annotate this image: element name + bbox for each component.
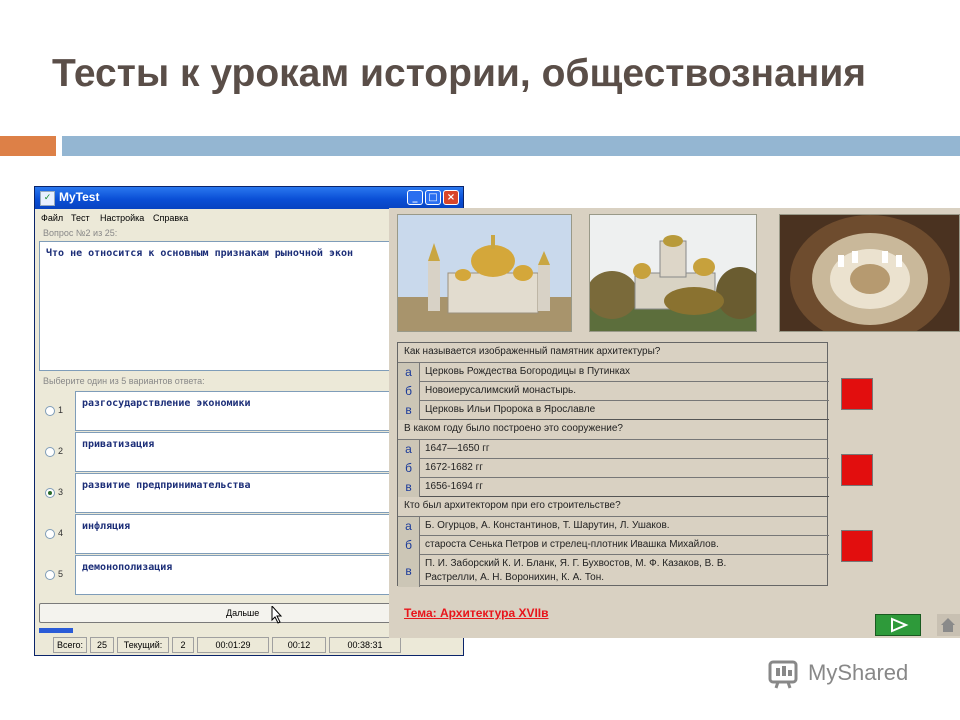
question-text: Как называется изображенный памятник арх…	[404, 346, 661, 357]
cursor-icon	[271, 606, 283, 624]
answer-indicator-3[interactable]	[841, 530, 873, 562]
quiz-option[interactable]: Б. Огурцов, А. Константинов, Т. Шарутин,…	[420, 517, 829, 536]
topic-link[interactable]: Тема: Архитектура XVIIв	[404, 606, 549, 620]
quiz-option[interactable]: Новоиерусалимский монастырь.	[420, 382, 829, 401]
accent-bar-blue	[62, 136, 960, 156]
quiz-option[interactable]: Церковь Ильи Пророка в Ярославле	[420, 401, 829, 420]
answer-text: развитие предпринимательства	[82, 480, 251, 491]
option-text: Б. Огурцов, А. Константинов, Т. Шарутин,…	[425, 520, 670, 531]
letter: а	[405, 442, 412, 456]
window-titlebar[interactable]: ✓ MyTest _ □ ×	[35, 187, 463, 209]
letter: а	[405, 365, 412, 379]
quiz-table: Как называется изображенный памятник арх…	[397, 342, 829, 587]
letter: в	[405, 564, 412, 578]
option-text: П. И. Заборский К. И. Бланк, Я. Г. Бухво…	[425, 558, 727, 569]
question-text: Что не относится к основным признакам ры…	[46, 248, 354, 259]
radio-circle-selected[interactable]	[45, 487, 55, 498]
play-icon	[891, 617, 909, 633]
quiz-question-3: Кто был архитектором при его строительст…	[398, 497, 827, 517]
radio-option-4[interactable]: 4	[45, 528, 63, 539]
option-number: 4	[58, 528, 64, 538]
menu-settings[interactable]: Настройка	[100, 213, 144, 223]
quiz-option[interactable]: староста Сенька Петров и стрелец-плотник…	[420, 536, 829, 555]
quiz-option[interactable]: Церковь Рождества Богородицы в Путинках	[420, 363, 829, 382]
option-text: староста Сенька Петров и стрелец-плотник…	[425, 539, 719, 550]
slide-title: Тесты к урокам истории, обществознания	[52, 52, 867, 95]
answer-text: приватизация	[82, 439, 155, 450]
progress-bar	[39, 628, 73, 633]
letter-column-3: а б в	[398, 517, 420, 587]
quiz-option[interactable]: 1647—1650 гг	[420, 440, 829, 459]
radio-option-3[interactable]: 3	[45, 487, 63, 498]
answer-text: разгосударствление экономики	[82, 398, 251, 409]
status-remaining-time: 00:38:31	[329, 637, 401, 653]
quiz-option[interactable]: 1672-1682 гг	[420, 459, 829, 478]
letter-column-1: а б в	[398, 363, 420, 420]
option-text: Церковь Ильи Пророка в Ярославле	[425, 404, 596, 415]
architecture-quiz-panel: Как называется изображенный памятник арх…	[389, 208, 960, 638]
letter: в	[405, 403, 412, 417]
quiz-question-2: В каком году было построено это сооружен…	[398, 420, 827, 440]
radio-circle[interactable]	[45, 569, 55, 580]
answer-text: демонополизация	[82, 562, 173, 573]
option-text: 1647—1650 гг	[425, 443, 490, 454]
answer-indicator-1[interactable]	[841, 378, 873, 410]
maximize-icon[interactable]: □	[425, 190, 441, 205]
status-total-label: Всего:	[53, 637, 87, 653]
option-text-line2: Растрелли, А. Н. Воронихин, К. А. Тон.	[425, 572, 605, 583]
letter: б	[405, 384, 412, 398]
home-button[interactable]	[937, 614, 960, 636]
myshared-logo-icon	[768, 660, 798, 689]
quiz-question-1: Как называется изображенный памятник арх…	[398, 343, 827, 363]
next-button-label: Дальше	[226, 608, 260, 618]
radio-circle[interactable]	[45, 446, 55, 457]
option-number: 5	[58, 569, 64, 579]
option-text: Церковь Рождества Богородицы в Путинках	[425, 366, 631, 377]
answer-indicator-2[interactable]	[841, 454, 873, 486]
radio-option-2[interactable]: 2	[45, 446, 63, 457]
letter-column-2: а б в	[398, 440, 420, 497]
status-current-label: Текущий:	[117, 637, 169, 653]
app-icon: ✓	[40, 191, 55, 206]
status-elapsed-time: 00:01:29	[197, 637, 269, 653]
letter: а	[405, 519, 412, 533]
status-question-time: 00:12	[272, 637, 326, 653]
option-number: 2	[58, 446, 64, 456]
radio-option-5[interactable]: 5	[45, 569, 63, 580]
myshared-logo: MyShared	[768, 656, 928, 692]
letter: б	[405, 538, 412, 552]
quiz-option[interactable]: 1656-1694 гг	[420, 478, 829, 497]
option-text: 1672-1682 гг	[425, 462, 483, 473]
answer-text: инфляция	[82, 521, 131, 532]
photo-cathedral-drawing	[397, 214, 572, 332]
question-text: Кто был архитектором при его строительст…	[404, 500, 621, 511]
choose-label: Выберите один из 5 вариантов ответа:	[43, 376, 205, 386]
menu-help[interactable]: Справка	[153, 213, 188, 223]
menu-test[interactable]: Тест	[71, 213, 90, 223]
next-slide-button[interactable]	[875, 614, 921, 636]
watermark-text: MyShared	[808, 660, 909, 685]
status-current: 2	[172, 637, 194, 653]
menu-file[interactable]: Файл	[41, 213, 63, 223]
question-number: Вопрос №2 из 25:	[43, 228, 118, 238]
photo-monastery	[589, 214, 757, 332]
photo-dome-interior	[779, 214, 960, 332]
question-text: В каком году было построено это сооружен…	[404, 423, 623, 434]
close-icon[interactable]: ×	[443, 190, 459, 205]
radio-option-1[interactable]: 1	[45, 405, 63, 416]
option-number: 3	[58, 487, 64, 497]
option-number: 1	[58, 405, 64, 415]
radio-circle[interactable]	[45, 528, 55, 539]
accent-bar-orange	[0, 136, 56, 156]
letter: б	[405, 461, 412, 475]
option-text: 1656-1694 гг	[425, 481, 483, 492]
quiz-option[interactable]: П. И. Заборский К. И. Бланк, Я. Г. Бухво…	[420, 555, 829, 587]
letter: в	[405, 480, 412, 494]
minimize-icon[interactable]: _	[407, 190, 423, 205]
radio-circle[interactable]	[45, 405, 55, 416]
option-text: Новоиерусалимский монастырь.	[425, 385, 577, 396]
window-title: MyTest	[59, 190, 100, 204]
home-icon	[941, 618, 955, 632]
status-total: 25	[90, 637, 114, 653]
